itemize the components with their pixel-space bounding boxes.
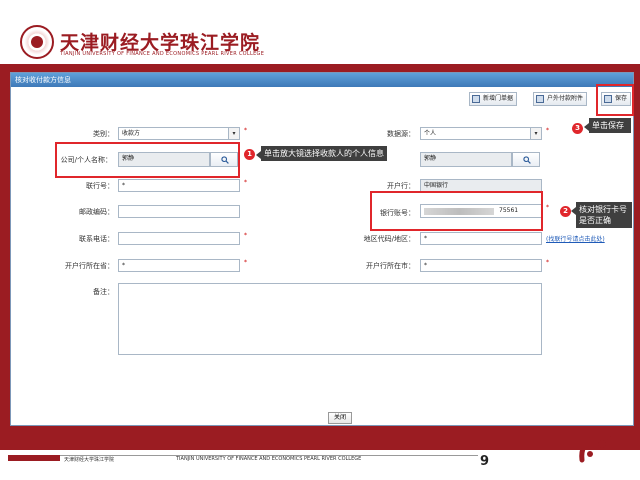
postcode-label: 邮政编码： <box>79 208 114 216</box>
postcode-input[interactable] <box>118 205 240 218</box>
region-required-mark: * <box>424 235 427 242</box>
name2-search-button[interactable] <box>512 152 540 167</box>
toolbar-new-doc-label: 新增门单据 <box>483 95 514 102</box>
required-mark: * <box>546 204 549 211</box>
footer-university-cn: 天津财经大学珠江学院 <box>64 457 115 463</box>
open-province-input[interactable]: * <box>118 259 240 272</box>
open-city-input[interactable]: * <box>420 259 542 272</box>
toolbar-attachment-label: 户外付款附件 <box>547 95 584 102</box>
required-mark: * <box>546 127 549 134</box>
required-mark: * <box>244 179 247 186</box>
close-button[interactable]: 关闭 <box>328 412 352 424</box>
type-label: 类别： <box>93 130 114 138</box>
page-number: 9 <box>480 454 490 469</box>
required-mark: * <box>244 232 247 239</box>
data-source-label: 数据源： <box>387 130 415 138</box>
type-value: 收款方 <box>122 130 141 137</box>
callout-3: 单击保存 <box>584 118 631 133</box>
university-seal-icon <box>20 25 54 59</box>
footer-university-en: TIANJIN UNIVERSITY OF FINANCE AND ECONOM… <box>176 456 362 462</box>
open-city-label: 开户行所在市： <box>366 262 415 270</box>
toolbar-attachment-button[interactable]: 户外付款附件 <box>533 92 588 106</box>
dropdown-arrow-icon: ▾ <box>530 128 541 139</box>
contact-label: 联系电话： <box>79 235 114 243</box>
university-name-en: TIANJIN UNIVERSITY OF FINANCE AND ECONOM… <box>60 51 265 57</box>
region-input[interactable]: * <box>420 232 542 245</box>
callout-2: 核对银行卡号是否正确 <box>571 202 632 228</box>
remark-textarea[interactable] <box>118 283 542 355</box>
find-bank-code-link[interactable]: (找联行号请点击此处) <box>546 234 605 243</box>
bank-code-label: 联行号： <box>86 182 114 190</box>
decorative-logo-icon <box>579 435 612 463</box>
required-mark: * <box>244 259 247 266</box>
footer-red-bar <box>8 455 60 461</box>
callout-1: 单击放大镜选择收款人的个人信息 <box>256 146 387 161</box>
bank-code-input[interactable]: * <box>118 179 240 192</box>
window-title: 核对收付款方信息 <box>11 73 633 87</box>
callout-2-number: 2 <box>560 206 571 217</box>
bank-code-value: * <box>122 182 125 189</box>
search-icon <box>523 156 531 164</box>
document-icon <box>536 95 544 103</box>
contact-input[interactable] <box>118 232 240 245</box>
app-window: 核对收付款方信息 新增门单据 户外付款附件 保存 <box>10 72 634 426</box>
region-label: 地区代码/地区： <box>363 235 415 243</box>
callout-3-number: 3 <box>572 123 583 134</box>
highlight-account-field <box>370 191 543 231</box>
data-source-value: 个人 <box>424 130 437 137</box>
highlight-save-button <box>596 84 634 116</box>
open-province-label: 开户行所在省： <box>65 262 114 270</box>
callout-1-number: 1 <box>244 149 255 160</box>
dropdown-arrow-icon: ▾ <box>228 128 239 139</box>
city-required-mark: * <box>424 262 427 269</box>
open-bank-value: 中国银行 <box>424 182 449 189</box>
required-mark: * <box>244 127 247 134</box>
data-source-select[interactable]: 个人 ▾ <box>420 127 542 140</box>
name2-value: 郭静 <box>424 155 437 162</box>
slide: 天津财经大学珠江学院 TIANJIN UNIVERSITY OF FINANCE… <box>0 0 640 480</box>
type-select[interactable]: 收款方 ▾ <box>118 127 240 140</box>
province-required-mark: * <box>122 262 125 269</box>
remark-label: 备注： <box>93 288 114 296</box>
open-bank-label: 开户行： <box>387 182 415 190</box>
document-icon <box>472 95 480 103</box>
name2-input[interactable]: 郭静 <box>420 152 512 167</box>
toolbar-new-doc-button[interactable]: 新增门单据 <box>469 92 518 106</box>
required-mark: * <box>546 259 549 266</box>
highlight-name-field <box>55 142 240 178</box>
